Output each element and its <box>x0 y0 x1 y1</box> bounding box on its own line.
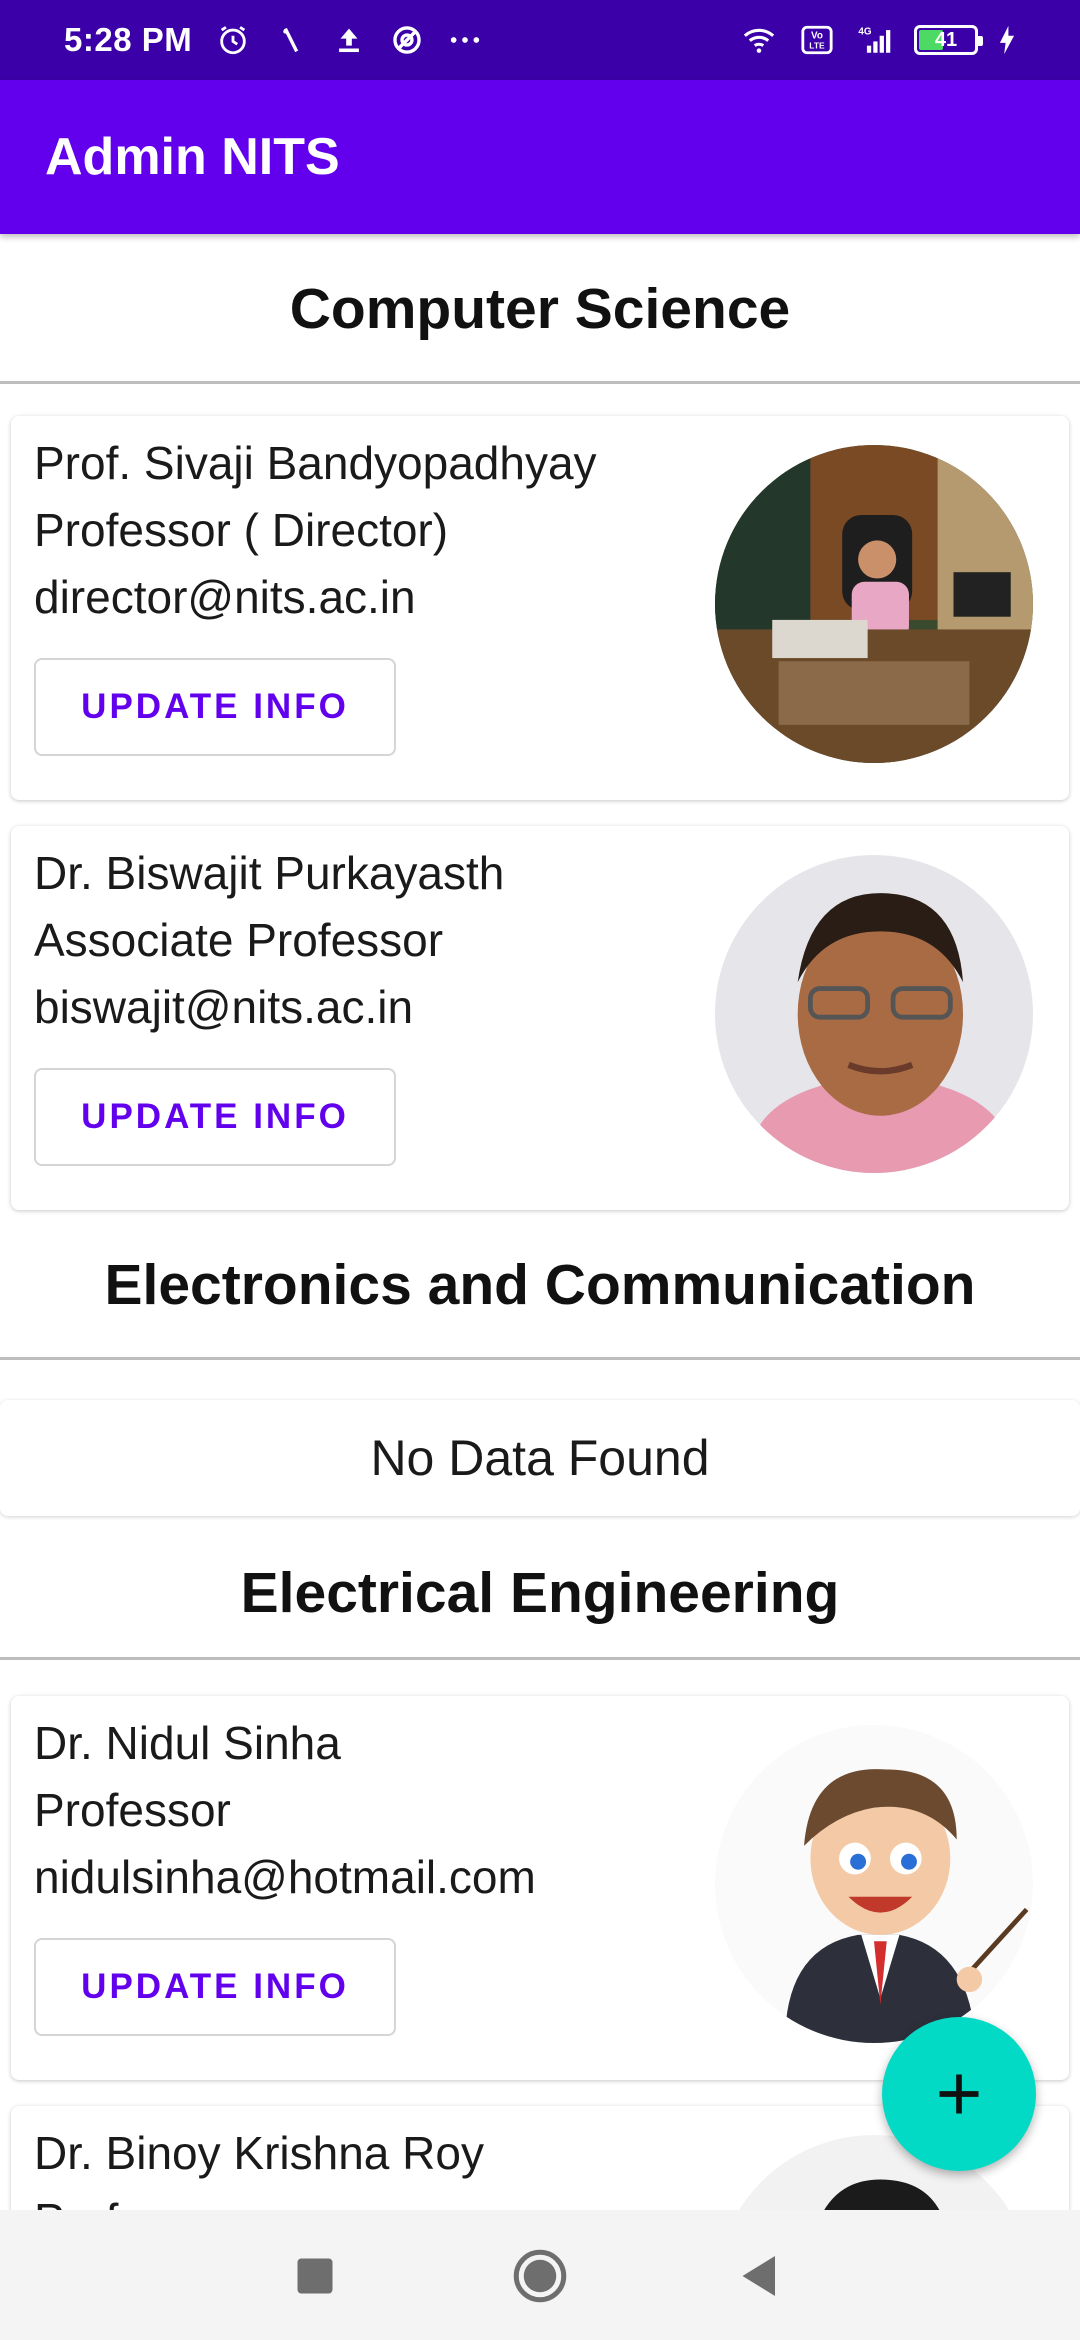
back-icon[interactable] <box>730 2246 790 2306</box>
signal-mute-icon <box>274 23 308 57</box>
status-notification-icons <box>216 23 482 57</box>
wifi-icon <box>736 23 782 57</box>
cellular-4g-icon: 4G <box>852 23 896 57</box>
faculty-photo <box>715 855 1033 1173</box>
battery-icon: 41 <box>914 25 983 55</box>
battery-level: 41 <box>934 28 958 51</box>
charging-icon <box>996 23 1018 57</box>
alarm-icon <box>216 23 250 57</box>
status-system-icons: Vo LTE 4G 41 <box>736 23 1018 57</box>
status-bar: 5:28 PM Vo LTE 4G 41 <box>0 0 1080 80</box>
status-time: 5:28 PM <box>64 21 193 58</box>
section-header-computer-science: Computer Science <box>0 234 1080 384</box>
system-nav-bar <box>0 2210 1080 2340</box>
faculty-name: Dr. Nidul Sinha <box>34 1717 341 1769</box>
update-info-button[interactable]: UPDATE INFO <box>34 1068 396 1166</box>
plus-icon <box>939 2074 979 2114</box>
home-icon[interactable] <box>510 2246 570 2306</box>
faculty-post: Professor ( Director) <box>34 504 449 556</box>
faculty-card: Dr. Nidul Sinha Professor nidulsinha@hot… <box>11 1696 1069 2080</box>
svg-text:LTE: LTE <box>809 41 825 51</box>
faculty-card: Dr. Biswajit Purkayasth Associate Profes… <box>11 826 1069 1210</box>
faculty-name: Dr. Binoy Krishna Roy <box>34 2127 484 2179</box>
faculty-post: Professor <box>34 1784 231 1836</box>
empty-state-text: No Data Found <box>370 1430 710 1486</box>
faculty-photo <box>715 445 1033 763</box>
update-info-button[interactable]: UPDATE INFO <box>34 1938 396 2036</box>
app-title: Admin NITS <box>45 128 340 186</box>
faculty-post: Associate Professor <box>34 914 444 966</box>
upload-icon <box>332 23 366 57</box>
add-faculty-button[interactable] <box>882 2017 1036 2171</box>
svg-text:4G: 4G <box>858 26 872 37</box>
empty-state-card: No Data Found <box>0 1400 1080 1516</box>
section-header-electrical: Electrical Engineering <box>0 1526 1080 1660</box>
section-header-electronics: Electronics and Communication <box>0 1210 1080 1360</box>
faculty-name: Prof. Sivaji Bandyopadhyay <box>34 437 597 489</box>
sync-icon <box>390 23 424 57</box>
app-bar: Admin NITS <box>0 80 1080 234</box>
faculty-email: biswajit@nits.ac.in <box>34 981 414 1033</box>
more-dots-icon <box>448 23 482 57</box>
screen: 5:28 PM Vo LTE 4G 41 Admin NITS Computer… <box>0 0 1080 2340</box>
faculty-email: nidulsinha@hotmail.com <box>34 1851 536 1903</box>
faculty-post: Prof <box>34 2187 484 2210</box>
faculty-name: Dr. Biswajit Purkayasth <box>34 847 505 899</box>
faculty-photo <box>715 1725 1033 2043</box>
faculty-email: director@nits.ac.in <box>34 571 416 623</box>
faculty-list[interactable]: Computer Science Prof. Sivaji Bandyopadh… <box>0 234 1080 2210</box>
recent-apps-icon[interactable] <box>285 2246 345 2306</box>
volte-icon: Vo LTE <box>800 23 834 57</box>
update-info-button[interactable]: UPDATE INFO <box>34 658 396 756</box>
faculty-card: Prof. Sivaji Bandyopadhyay Professor ( D… <box>11 416 1069 800</box>
